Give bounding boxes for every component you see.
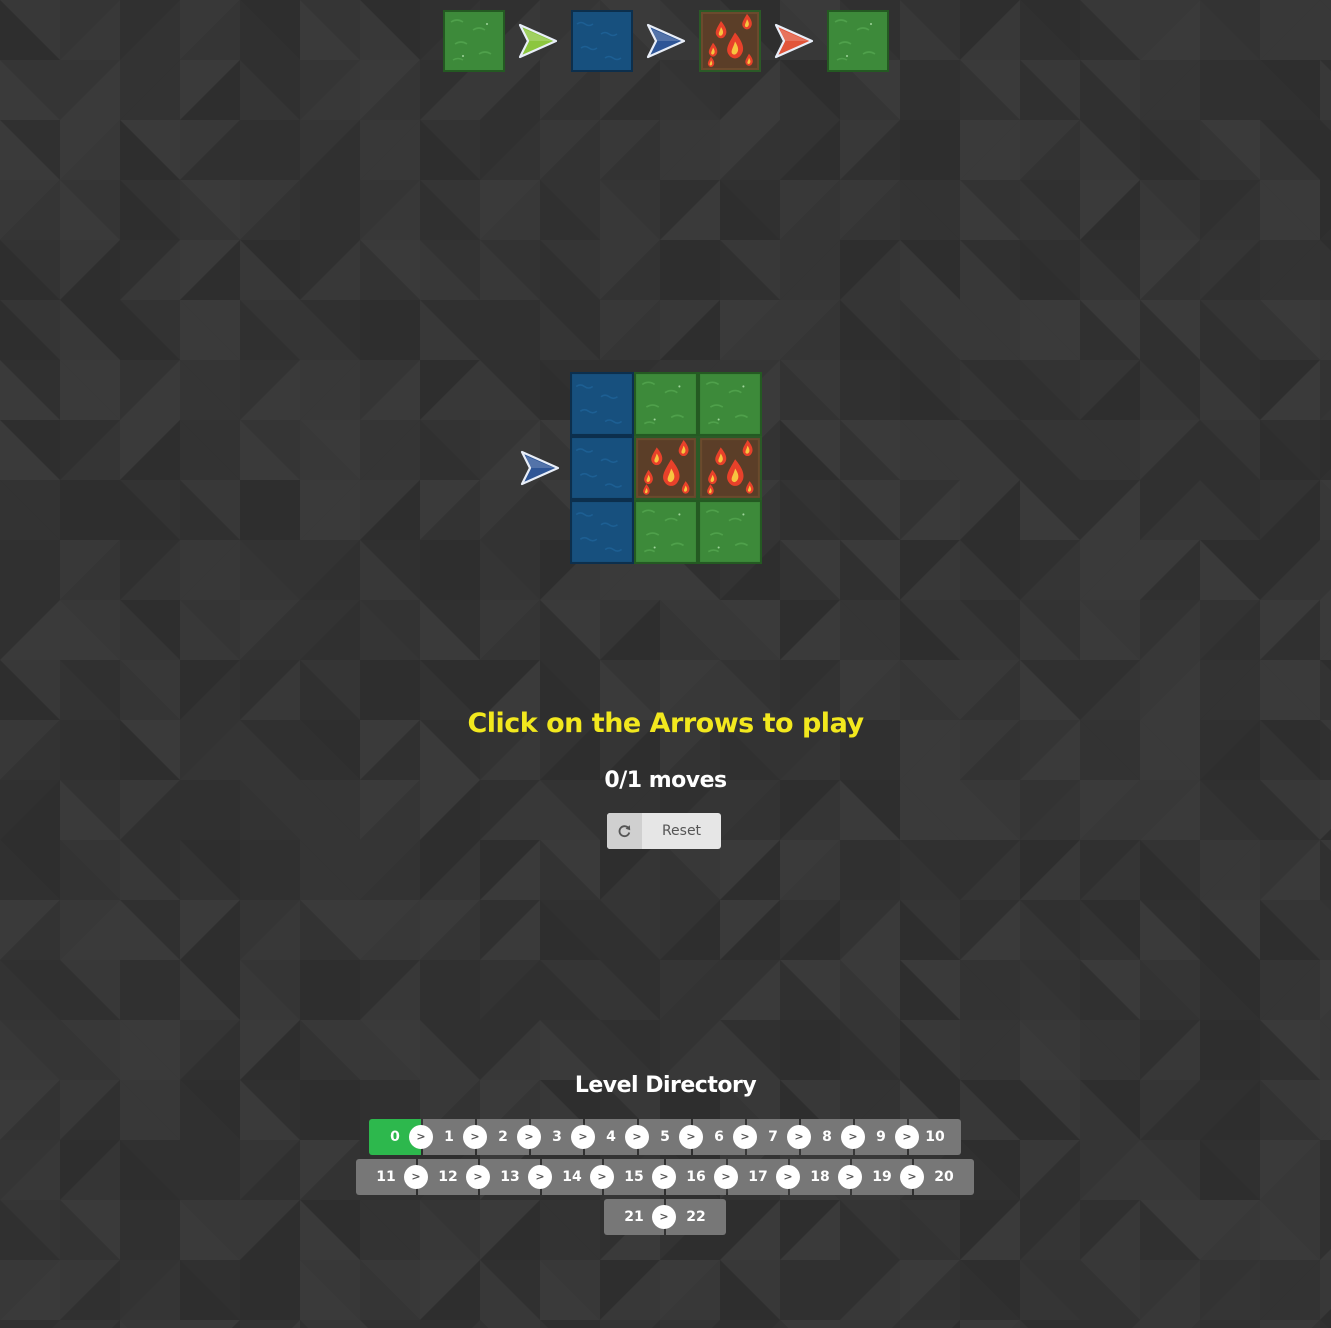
level-directory: 0 >1 >2 >3 >4 >5 >6 >7 >8 >9 >10 11 >12 >13 >14 >15 >16 >… bbox=[0, 1119, 1331, 1239]
level-separator-icon: > bbox=[404, 1165, 428, 1189]
legend-fire-tile bbox=[699, 10, 761, 72]
level-separator-icon: > bbox=[787, 1125, 811, 1149]
legend-blue-arrow-icon bbox=[644, 19, 688, 63]
level-separator-icon: > bbox=[652, 1165, 676, 1189]
play-arrow-blue-icon[interactable] bbox=[518, 446, 562, 490]
level-directory-title: Level Directory bbox=[574, 1073, 757, 1098]
level-separator-icon: > bbox=[679, 1125, 703, 1149]
level-separator-icon: > bbox=[900, 1165, 924, 1189]
level-separator-icon: > bbox=[517, 1125, 541, 1149]
level-separator-icon: > bbox=[895, 1125, 919, 1149]
board-tile-water bbox=[570, 436, 634, 500]
level-separator-icon: > bbox=[463, 1125, 487, 1149]
moves-counter: 0/1 moves bbox=[604, 768, 727, 793]
legend-orange-arrow-icon bbox=[772, 19, 816, 63]
game-board bbox=[0, 360, 1331, 570]
level-separator-icon: > bbox=[838, 1165, 862, 1189]
level-separator-icon: > bbox=[590, 1165, 614, 1189]
reset-button[interactable]: Reset bbox=[607, 813, 721, 849]
legend-grass-tile bbox=[827, 10, 889, 72]
level-separator-icon: > bbox=[733, 1125, 757, 1149]
board-tile-water bbox=[570, 372, 634, 436]
rules-legend bbox=[0, 0, 1331, 80]
board-tile-grass bbox=[634, 372, 698, 436]
legend-green-arrow-icon bbox=[516, 19, 560, 63]
board-tile-grass bbox=[698, 372, 762, 436]
level-separator-icon: > bbox=[652, 1205, 676, 1229]
level-separator-icon: > bbox=[571, 1125, 595, 1149]
reset-label: Reset bbox=[661, 823, 702, 839]
level-separator-icon: > bbox=[409, 1125, 433, 1149]
level-separator-icon: > bbox=[466, 1165, 490, 1189]
legend-grass-tile bbox=[443, 10, 505, 72]
level-separator-icon: > bbox=[625, 1125, 649, 1149]
level-separator-icon: > bbox=[714, 1165, 738, 1189]
level-row: 21 >22 bbox=[0, 1199, 1331, 1235]
board-tile-fire bbox=[634, 436, 698, 500]
level-separator-icon: > bbox=[776, 1165, 800, 1189]
instruction-text: Click on the Arrows to play bbox=[467, 708, 864, 739]
board-tile-grass bbox=[634, 500, 698, 564]
legend-water-tile bbox=[571, 10, 633, 72]
board-tile-fire bbox=[698, 436, 762, 500]
board-tile-grass bbox=[698, 500, 762, 564]
level-separator-icon: > bbox=[528, 1165, 552, 1189]
level-row: 0 >1 >2 >3 >4 >5 >6 >7 >8 >9 >10 bbox=[0, 1119, 1331, 1155]
refresh-icon bbox=[607, 813, 642, 849]
board-tile-water bbox=[570, 500, 634, 564]
level-row: 11 >12 >13 >14 >15 >16 >17 >18 >19 >20 bbox=[0, 1159, 1331, 1195]
level-separator-icon: > bbox=[841, 1125, 865, 1149]
